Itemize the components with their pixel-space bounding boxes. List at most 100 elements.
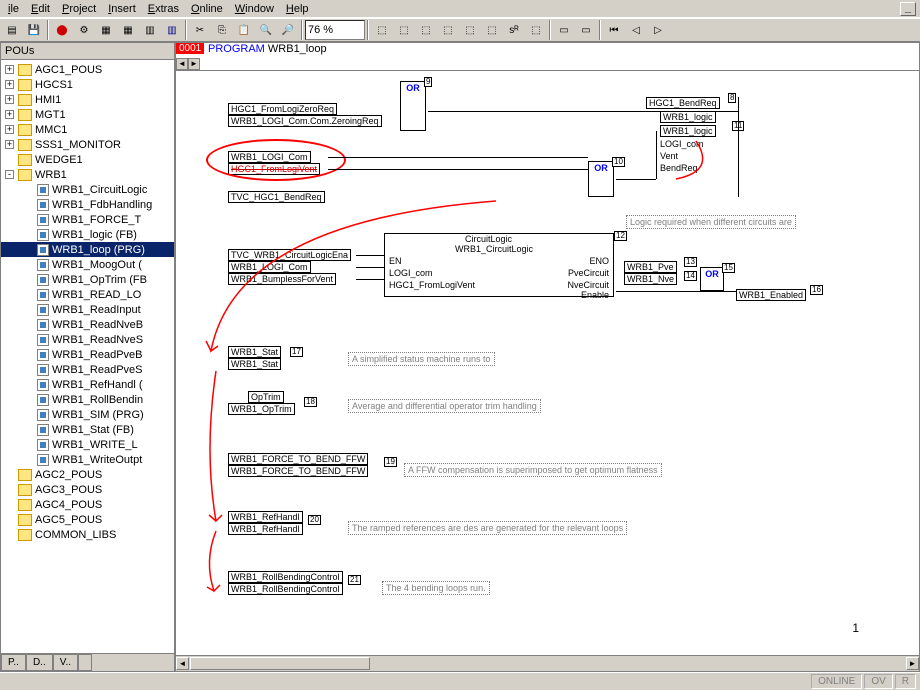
tree-folder[interactable]: WEDGE1	[1, 152, 174, 167]
tree-pou-item[interactable]: WRB1_ReadPveB	[1, 347, 174, 362]
fbd-var[interactable]: WRB1_LOGI_Com	[228, 151, 311, 163]
tree-folder[interactable]: -WRB1	[1, 167, 174, 182]
fbd-or-block[interactable]: OR	[400, 81, 426, 131]
tree-pou-item[interactable]: WRB1_OpTrim (FB	[1, 272, 174, 287]
tree-pou-item[interactable]: WRB1_WriteOutpt	[1, 452, 174, 467]
fbd-var[interactable]: WRB1_Pve	[624, 261, 677, 273]
tree-folder[interactable]: +MGT1	[1, 107, 174, 122]
fbd-block-inst[interactable]: WRB1_OpTrim	[228, 403, 295, 415]
scroll-thumb[interactable]	[190, 657, 370, 670]
tab-left-arrow[interactable]: ◄	[176, 58, 188, 70]
left-tab-res[interactable]	[78, 654, 92, 671]
tree-pou-item[interactable]: WRB1_FdbHandling	[1, 197, 174, 212]
fbd-block-title[interactable]: WRB1_Stat	[228, 346, 281, 358]
tool-btn-5[interactable]: ▦	[95, 20, 117, 40]
tree-folder[interactable]: +AGC1_POUS	[1, 62, 174, 77]
tree-pou-item[interactable]: WRB1_FORCE_T	[1, 212, 174, 227]
fbd-btn-10[interactable]: ▭	[575, 20, 597, 40]
fbd-btn-1[interactable]: ⬚	[371, 20, 393, 40]
fbd-block-inst[interactable]: WRB1_Stat	[228, 358, 281, 370]
tree-folder[interactable]: +HMI1	[1, 92, 174, 107]
tree-folder[interactable]: AGC2_POUS	[1, 467, 174, 482]
fbd-var[interactable]: WRB1_Nve	[624, 273, 677, 285]
tree-pou-item[interactable]: WRB1_RollBendin	[1, 392, 174, 407]
left-tab-pous[interactable]: P..	[1, 654, 26, 671]
fbd-var[interactable]: TVC_WRB1_CircuitLogicEna	[228, 249, 351, 261]
tool-btn-7[interactable]: ▥	[139, 20, 161, 40]
menu-window[interactable]: Window	[229, 1, 280, 17]
fbd-btn-6[interactable]: ⬚	[481, 20, 503, 40]
fbd-block-inst[interactable]: WRB1_FORCE_TO_BEND_FFW	[228, 465, 368, 477]
scroll-left-arrow[interactable]: ◄	[176, 657, 189, 670]
tool-btn-8[interactable]: ▥	[161, 20, 183, 40]
tree-pou-item[interactable]: WRB1_MoogOut (	[1, 257, 174, 272]
zoom-select[interactable]	[305, 20, 365, 40]
fbd-var[interactable]: HGC1_FromLogiVent	[228, 163, 320, 175]
cut-button[interactable]: ✂	[189, 20, 211, 40]
minimize-button[interactable]: _	[900, 2, 916, 16]
tree-pou-item[interactable]: WRB1_READ_LO	[1, 287, 174, 302]
fbd-btn-9[interactable]: ▭	[553, 20, 575, 40]
tree-pou-item[interactable]: WRB1_logic (FB)	[1, 227, 174, 242]
tree-pou-item[interactable]: WRB1_RefHandl (	[1, 377, 174, 392]
fbd-var[interactable]: WRB1_logic	[660, 125, 716, 137]
tree-pou-item[interactable]: WRB1_ReadNveB	[1, 317, 174, 332]
fbd-or-block[interactable]: OR	[700, 267, 724, 291]
nav-next-button[interactable]: ▷	[647, 20, 669, 40]
menu-edit[interactable]: Edit	[25, 1, 56, 17]
fbd-block-inst[interactable]: WRB1_RollBendingControl	[228, 583, 343, 595]
tab-right-arrow[interactable]: ►	[188, 58, 200, 70]
fbd-block-title[interactable]: OpTrim	[248, 391, 284, 403]
tree-pou-item[interactable]: WRB1_ReadNveS	[1, 332, 174, 347]
fbd-block-title[interactable]: WRB1_RollBendingControl	[228, 571, 343, 583]
tree-folder[interactable]: AGC3_POUS	[1, 482, 174, 497]
tool-btn-6[interactable]: ▦	[117, 20, 139, 40]
tree-folder[interactable]: +HGCS1	[1, 77, 174, 92]
paste-button[interactable]: 📋	[233, 20, 255, 40]
menu-insert[interactable]: Insert	[102, 1, 142, 17]
fbd-btn-8[interactable]: ⬚	[525, 20, 547, 40]
tree-folder[interactable]: AGC4_POUS	[1, 497, 174, 512]
fbd-var[interactable]: WRB1_Enabled	[736, 289, 806, 301]
horizontal-scrollbar[interactable]: ◄ ►	[176, 655, 919, 671]
fbd-btn-5[interactable]: ⬚	[459, 20, 481, 40]
tree-pou-item[interactable]: WRB1_WRITE_L	[1, 437, 174, 452]
tool-btn-4[interactable]: ⚙	[73, 20, 95, 40]
fbd-block-title[interactable]: WRB1_FORCE_TO_BEND_FFW	[228, 453, 368, 465]
tree-pou-item[interactable]: WRB1_loop (PRG)	[1, 242, 174, 257]
tree-pou-item[interactable]: WRB1_Stat (FB)	[1, 422, 174, 437]
tree-folder[interactable]: +SSS1_MONITOR	[1, 137, 174, 152]
copy-button[interactable]: ⎘	[211, 20, 233, 40]
fbd-var[interactable]: HGC1_FromLogiZeroReq	[228, 103, 337, 115]
fbd-or-block[interactable]: OR	[588, 161, 614, 197]
fbd-var[interactable]: WRB1_LOGI_Com	[228, 261, 311, 273]
fbd-block-title[interactable]: WRB1_RefHandl	[228, 511, 303, 523]
nav-first-button[interactable]: ⏮	[603, 20, 625, 40]
fbd-var[interactable]: TVC_HGC1_BendReq	[228, 191, 325, 203]
tool-btn-1[interactable]: ▤	[1, 20, 23, 40]
tree-folder[interactable]: COMMON_LIBS	[1, 527, 174, 542]
fbd-var[interactable]: WRB1_BumplessForVent	[228, 273, 336, 285]
menu-extras[interactable]: Extras	[142, 1, 185, 17]
fbd-btn-4[interactable]: ⬚	[437, 20, 459, 40]
project-tree[interactable]: +AGC1_POUS+HGCS1+HMI1+MGT1+MMC1+SSS1_MON…	[1, 60, 174, 653]
menu-project[interactable]: Project	[56, 1, 102, 17]
fbd-var[interactable]: WRB1_logic	[660, 111, 716, 123]
fbd-btn-7[interactable]: sᴿ	[503, 20, 525, 40]
tree-pou-item[interactable]: WRB1_ReadPveS	[1, 362, 174, 377]
fbd-function-block[interactable]: CircuitLogic WRB1_CircuitLogic EN ENO LO…	[384, 233, 614, 297]
tree-pou-item[interactable]: WRB1_CircuitLogic	[1, 182, 174, 197]
left-tab-data[interactable]: D..	[26, 654, 53, 671]
tree-pou-item[interactable]: WRB1_ReadInput	[1, 302, 174, 317]
fbd-var[interactable]: HGC1_BendReq	[646, 97, 720, 109]
fbd-btn-2[interactable]: ⬚	[393, 20, 415, 40]
tree-folder[interactable]: AGC5_POUS	[1, 512, 174, 527]
nav-prev-button[interactable]: ◁	[625, 20, 647, 40]
find-next-button[interactable]: 🔎	[277, 20, 299, 40]
tool-btn-2[interactable]: 💾	[23, 20, 45, 40]
fbd-btn-3[interactable]: ⬚	[415, 20, 437, 40]
scroll-right-arrow[interactable]: ►	[906, 657, 919, 670]
tool-btn-3[interactable]: ⬤	[51, 20, 73, 40]
tree-pou-item[interactable]: WRB1_SIM (PRG)	[1, 407, 174, 422]
left-tab-vis[interactable]: V..	[53, 654, 78, 671]
